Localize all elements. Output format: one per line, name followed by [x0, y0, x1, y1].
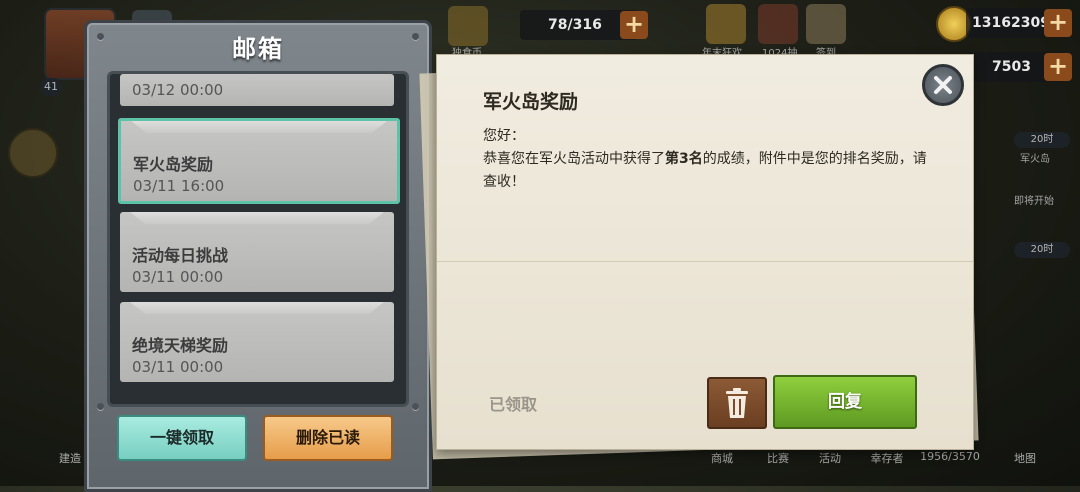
coins-plus-button[interactable]: + — [1044, 9, 1072, 37]
delete-read-button[interactable]: 删除已读 — [263, 415, 393, 461]
mail-title: 绝境天梯奖励 — [132, 336, 229, 355]
mail-title: 军火岛奖励 — [133, 155, 214, 174]
activity-button[interactable]: 活动 — [808, 450, 852, 486]
envelope-flap — [130, 212, 384, 224]
gems-plus-button[interactable]: + — [1044, 53, 1072, 81]
mail-list[interactable]: 03/12 00:00 军火岛奖励 03/11 16:00 活动每日挑战 03/… — [107, 71, 409, 407]
letter-title: 军火岛奖励 — [483, 91, 579, 113]
bottom-label: 商城 — [711, 452, 733, 465]
mail-title: 活动每日挑战 — [132, 246, 229, 265]
mail-item-selected[interactable]: 军火岛奖励 03/11 16:00 — [118, 118, 400, 204]
close-icon — [934, 76, 952, 94]
close-button[interactable] — [922, 64, 964, 106]
mail-time: 03/11 00:00 — [132, 268, 224, 286]
map-button[interactable]: 地图 — [1000, 450, 1050, 486]
trash-icon — [726, 388, 748, 418]
survivor-button[interactable]: 幸存者 — [862, 450, 912, 486]
bottom-label: 活动 — [819, 452, 841, 465]
bottom-label: 建造 — [59, 452, 81, 465]
mail-item[interactable]: 绝境天梯奖励 03/11 00:00 — [120, 302, 394, 382]
letter-text: 恭喜您在军火岛活动中获得了第3名的成绩，附件中是您的排名奖励，请查收！ — [483, 148, 933, 194]
letter-rank: 第3名 — [665, 151, 703, 167]
character-icon — [758, 4, 798, 44]
timer-badge: 20时 — [1014, 132, 1070, 148]
rivet — [412, 403, 419, 410]
bottom-label: 1956/3570 — [920, 450, 980, 463]
reply-button[interactable]: 回复 — [773, 375, 917, 429]
letter-body: 您好： 恭喜您在军火岛活动中获得了第3名的成绩，附件中是您的排名奖励，请查收！ — [483, 125, 933, 194]
coin-shop-icon — [448, 6, 488, 46]
hud-label: 军火岛 — [1020, 154, 1050, 165]
envelope-flap — [131, 121, 387, 133]
mail-time: 03/11 16:00 — [133, 177, 225, 195]
survivor-count: 1956/3570 — [920, 450, 980, 486]
energy-value: 78/316 — [548, 17, 602, 33]
envelope-flap — [130, 302, 384, 314]
mailbox-title: 邮箱 — [232, 35, 284, 63]
mailbox-panel: 邮箱 03/12 00:00 军火岛奖励 03/11 16:00 活动每日挑战 … — [84, 20, 432, 492]
bottom-label: 比赛 — [767, 452, 789, 465]
mail-time: 03/11 00:00 — [132, 358, 224, 376]
letter-text-prefix: 恭喜您在军火岛活动中获得了 — [483, 151, 665, 167]
shop-button[interactable]: 商城 — [700, 450, 744, 486]
coins-bar: 13162309 — [966, 8, 1050, 38]
calendar-icon — [806, 4, 846, 44]
timer-badge: 20时 — [1014, 242, 1070, 258]
mail-time: 03/12 00:00 — [132, 81, 224, 99]
claimed-label: 已领取 — [489, 395, 538, 414]
gems-value: 7503 — [992, 59, 1031, 75]
hud-label: 即将开始 — [1014, 196, 1054, 207]
mail-item[interactable]: 03/12 00:00 — [120, 74, 394, 106]
rivet — [97, 403, 104, 410]
fold-line — [437, 261, 973, 262]
match-button[interactable]: 比赛 — [756, 450, 800, 486]
letter-greeting: 您好： — [483, 128, 525, 144]
letter-panel: 军火岛奖励 您好： 恭喜您在军火岛活动中获得了第3名的成绩，附件中是您的排名奖励… — [436, 54, 974, 450]
claim-all-button[interactable]: 一键领取 — [117, 415, 247, 461]
event-icon — [706, 4, 746, 44]
bottom-label: 幸存者 — [870, 452, 904, 465]
player-level: 41 — [40, 78, 62, 96]
coins-value: 13162309 — [972, 15, 1050, 31]
delete-mail-button[interactable] — [707, 377, 767, 429]
energy-plus-button[interactable]: + — [620, 11, 648, 39]
hammer-icon — [8, 128, 58, 178]
mail-item[interactable]: 活动每日挑战 03/11 00:00 — [120, 212, 394, 292]
bottom-label: 地图 — [1014, 452, 1036, 465]
